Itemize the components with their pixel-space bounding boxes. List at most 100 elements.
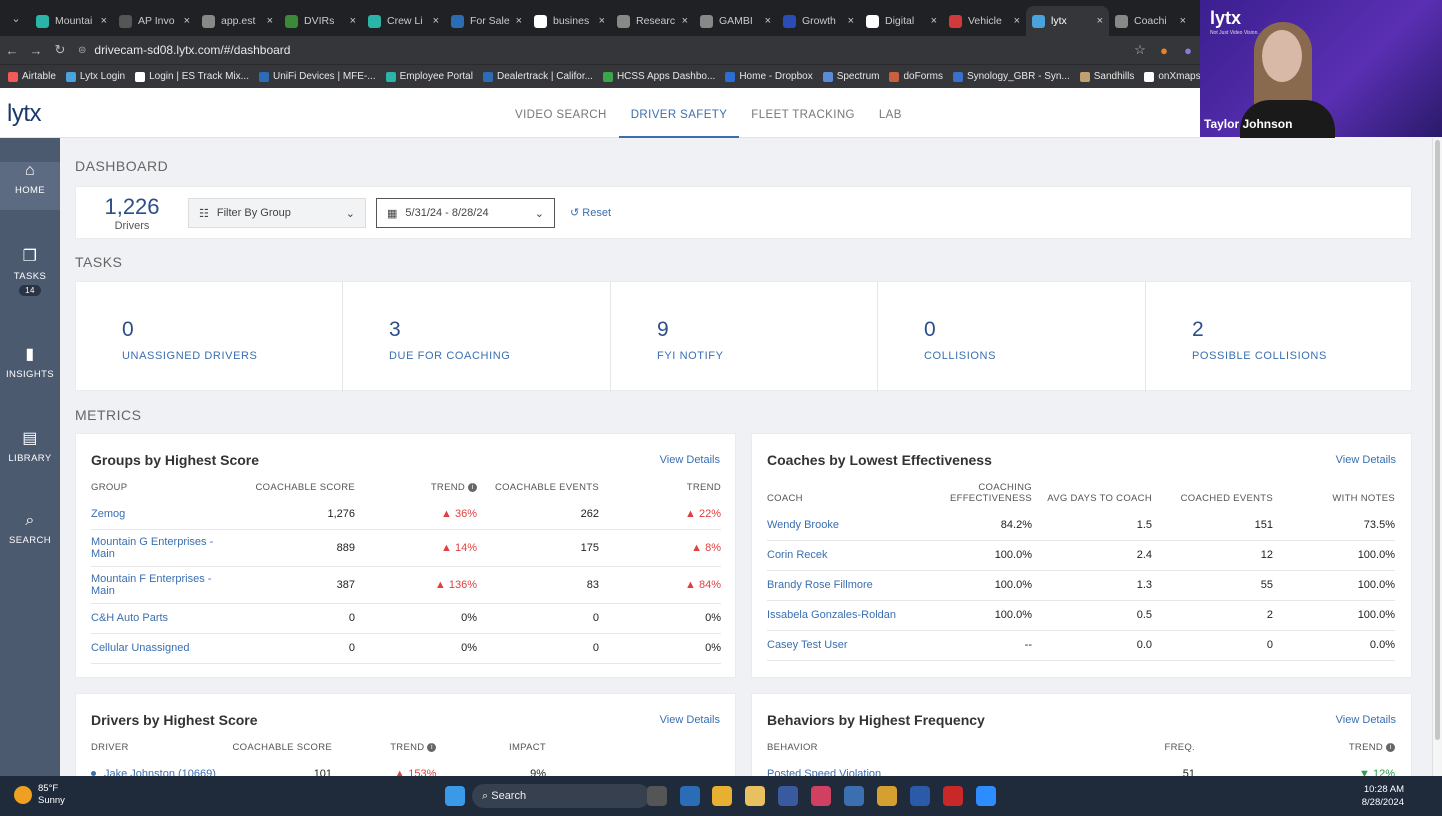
browser-tab[interactable]: DVIRs × <box>279 6 362 36</box>
browser-tab[interactable]: Coachi × <box>1109 6 1192 36</box>
close-icon[interactable]: × <box>267 15 273 27</box>
row-name-link[interactable]: Wendy Brooke <box>767 510 927 541</box>
file-explorer-icon[interactable] <box>745 786 765 806</box>
lytx-logo[interactable]: lytx <box>7 100 42 128</box>
browser-tab[interactable]: app.est × <box>196 6 279 36</box>
close-icon[interactable]: × <box>101 15 107 27</box>
reload-icon[interactable]: ↻ <box>48 42 72 58</box>
browser-tab[interactable]: AP Invo × <box>113 6 196 36</box>
close-icon[interactable]: × <box>350 15 356 27</box>
row-name-link[interactable]: Zemog <box>91 499 221 530</box>
forward-icon[interactable]: → <box>24 43 48 58</box>
row-name-link[interactable]: Corin Recek <box>767 540 927 571</box>
close-icon[interactable]: × <box>848 15 854 27</box>
bookmark-item[interactable]: Dealertrack | Califor... <box>482 71 593 82</box>
close-icon[interactable]: × <box>599 15 605 27</box>
page-scrollbar[interactable] <box>1432 138 1442 776</box>
extension-icon[interactable]: ● <box>1176 43 1200 58</box>
browser-tab[interactable]: Digital × <box>860 6 943 36</box>
taskbar-search[interactable]: ⌕ Search <box>472 784 650 808</box>
sidebar-item-insights[interactable]: ▮ INSIGHTS <box>0 344 60 380</box>
close-icon[interactable]: × <box>1097 15 1103 27</box>
back-icon[interactable]: ← <box>0 43 24 58</box>
bookmark-item[interactable]: UniFi Devices | MFE-... <box>258 71 376 82</box>
outlook-icon[interactable] <box>680 786 700 806</box>
browser-tab[interactable]: GAMBI × <box>694 6 777 36</box>
close-icon[interactable]: × <box>1180 15 1186 27</box>
app-icon[interactable] <box>844 786 864 806</box>
tab-search-chevron-icon[interactable]: ⌄ <box>2 4 30 32</box>
chrome-icon[interactable] <box>712 786 732 806</box>
bookmark-item[interactable]: Home - Dropbox <box>725 71 813 82</box>
close-icon[interactable]: × <box>682 15 688 27</box>
app-icon[interactable] <box>811 786 831 806</box>
acrobat-icon[interactable] <box>943 786 963 806</box>
row-name-link[interactable]: Mountain F Enterprises - Main <box>91 566 221 604</box>
groups-view-details-link[interactable]: View Details <box>660 454 720 466</box>
row-name-link[interactable]: Mountain G Enterprises - Main <box>91 529 221 567</box>
bookmark-item[interactable]: Employee Portal <box>385 71 473 82</box>
task-tile-due-for-coaching[interactable]: 3 DUE FOR COACHING <box>343 282 611 392</box>
browser-tab[interactable]: busines × <box>528 6 611 36</box>
scrollbar-thumb[interactable] <box>1435 140 1440 740</box>
task-tile-fyi-notify[interactable]: 9 FYI NOTIFY <box>611 282 878 392</box>
row-name-link[interactable]: Posted Speed Violation <box>767 759 1067 776</box>
filter-by-group-select[interactable]: ☷ Filter By Group ⌄ <box>188 198 366 228</box>
date-range-select[interactable]: ▦ 5/31/24 - 8/28/24 ⌄ <box>376 198 555 228</box>
system-clock[interactable]: 10:28 AM 8/28/2024 <box>1362 783 1404 809</box>
row-name-link[interactable]: Brandy Rose Fillmore <box>767 570 927 601</box>
bookmark-item[interactable]: Synology_GBR - Syn... <box>952 71 1070 82</box>
browser-tab[interactable]: For Sale × <box>445 6 528 36</box>
coaches-view-details-link[interactable]: View Details <box>1336 454 1396 466</box>
nav-tab-fleet-tracking[interactable]: FLEET TRACKING <box>739 88 867 138</box>
chrome-icon[interactable] <box>877 786 897 806</box>
zoom-icon[interactable] <box>976 786 996 806</box>
info-icon[interactable]: i <box>427 742 437 752</box>
sidebar-item-search[interactable]: ⌕ SEARCH <box>0 512 60 546</box>
reset-button[interactable]: ↺ Reset <box>570 206 611 219</box>
word-icon[interactable] <box>910 786 930 806</box>
bookmark-item[interactable]: Spectrum <box>822 71 879 82</box>
sidebar-item-library[interactable]: ▤ LIBRARY <box>0 428 60 464</box>
nav-tab-driver-safety[interactable]: DRIVER SAFETY <box>618 88 740 138</box>
browser-tab[interactable]: Growth × <box>777 6 860 36</box>
browser-tab[interactable]: Vehicle × <box>943 6 1026 36</box>
bookmark-item[interactable]: Login | ES Track Mix... <box>135 71 249 82</box>
browser-tab[interactable]: Mountai × <box>30 6 113 36</box>
close-icon[interactable]: × <box>516 15 522 27</box>
task-tile-possible-collisions[interactable]: 2 POSSIBLE COLLISIONS <box>1146 282 1413 392</box>
task-tile-unassigned-drivers[interactable]: 0 UNASSIGNED DRIVERS <box>76 282 343 392</box>
close-icon[interactable]: × <box>765 15 771 27</box>
behaviors-view-details-link[interactable]: View Details <box>1336 714 1396 726</box>
nav-tab-lab[interactable]: LAB <box>867 88 914 138</box>
app-icon[interactable] <box>778 786 798 806</box>
windows-start-icon[interactable] <box>445 786 465 806</box>
bookmark-item[interactable]: Lytx Login <box>65 71 125 82</box>
browser-tab[interactable]: Crew Li × <box>362 6 445 36</box>
info-icon[interactable]: i <box>1386 742 1395 752</box>
bookmark-star-icon[interactable]: ☆ <box>1128 42 1152 58</box>
task-tile-collisions[interactable]: 0 COLLISIONS <box>878 282 1146 392</box>
task-view-icon[interactable] <box>647 786 667 806</box>
browser-tab[interactable]: Researc × <box>611 6 694 36</box>
sidebar-item-tasks[interactable]: ❐ TASKS 14 <box>0 246 60 296</box>
bookmark-item[interactable]: Airtable <box>8 71 56 82</box>
bookmark-item[interactable]: Sandhills <box>1079 71 1134 82</box>
info-icon[interactable]: i <box>468 482 477 492</box>
bookmark-item[interactable]: onXmaps Web App <box>1144 71 1200 82</box>
close-icon[interactable]: × <box>433 15 439 27</box>
bookmark-item[interactable]: HCSS Apps Dashbo... <box>602 71 715 82</box>
close-icon[interactable]: × <box>1014 15 1020 27</box>
weather-widget[interactable]: 85°F Sunny <box>14 783 65 807</box>
extension-fox-icon[interactable]: ● <box>1152 43 1176 58</box>
row-name-link[interactable]: Cellular Unassigned <box>91 633 221 664</box>
row-name-link[interactable]: Casey Test User <box>767 630 927 661</box>
row-name-link[interactable]: Jake Johnston (10669) <box>91 759 227 776</box>
nav-tab-video-search[interactable]: VIDEO SEARCH <box>503 88 619 138</box>
site-info-icon[interactable]: ⊜ <box>78 45 86 56</box>
sidebar-item-home[interactable]: ⌂ HOME <box>0 162 60 210</box>
bookmark-item[interactable]: doForms <box>889 71 943 82</box>
row-name-link[interactable]: C&H Auto Parts <box>91 603 221 634</box>
close-icon[interactable]: × <box>931 15 937 27</box>
row-name-link[interactable]: Issabela Gonzales-Roldan <box>767 600 927 631</box>
